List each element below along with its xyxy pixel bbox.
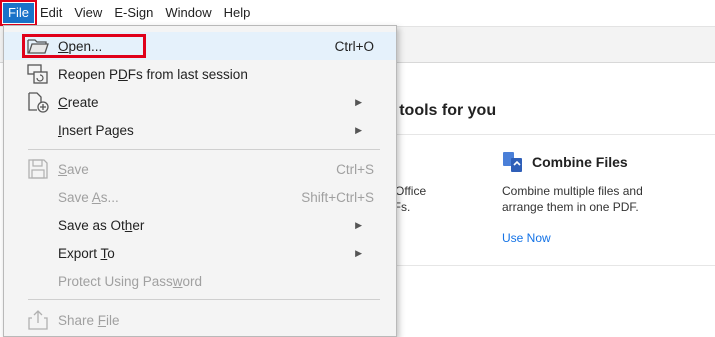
save-disk-icon (28, 159, 48, 179)
combine-files-icon (503, 152, 522, 172)
menu-window[interactable]: Window (159, 0, 217, 26)
menu-item-reopen-pdfs[interactable]: Reopen PDFs from last session (4, 60, 396, 88)
open-shortcut: Ctrl+O (334, 38, 374, 54)
menu-item-save-as[interactable]: Save As... Shift+Ctrl+S (4, 183, 396, 211)
chevron-right-icon: ▶ (355, 124, 362, 135)
reopen-files-icon (27, 64, 48, 84)
chevron-right-icon: ▶ (355, 219, 362, 230)
menu-help[interactable]: Help (218, 0, 257, 26)
combine-files-title[interactable]: Combine Files (532, 154, 628, 170)
combine-desc-line-2: arrange them in one PDF. (502, 200, 639, 214)
reopen-label: Reopen PDFs from last session (58, 66, 248, 82)
protect-label: Protect Using Password (58, 273, 203, 289)
export-to-label: Export To (58, 245, 115, 261)
menu-item-insert-pages[interactable]: Insert Pages ▶ (4, 116, 396, 144)
create-label: Create (58, 94, 99, 110)
menu-edit[interactable]: Edit (34, 0, 68, 26)
menu-item-create[interactable]: Create ▶ (4, 88, 396, 116)
menu-separator (28, 149, 380, 150)
save-as-shortcut: Shift+Ctrl+S (301, 189, 374, 205)
menu-view[interactable]: View (68, 0, 108, 26)
tools-heading: d tools for you (385, 102, 497, 119)
create-file-icon (28, 92, 49, 113)
file-menu-dropdown: Open... Ctrl+O Reopen PDFs from last ses… (3, 25, 397, 337)
chevron-right-icon: ▶ (355, 96, 362, 107)
combine-desc-line-1: Combine multiple files and (502, 184, 643, 198)
menu-bar: File Edit View E-Sign Window Help (0, 0, 715, 27)
open-annotation-box (22, 34, 146, 58)
menu-item-save[interactable]: Save Ctrl+S (4, 155, 396, 183)
menu-item-share-file[interactable]: Share File (4, 306, 396, 334)
use-now-link[interactable]: Use Now (502, 231, 551, 245)
menu-file[interactable]: File (0, 0, 37, 26)
menu-item-export-to[interactable]: Export To ▶ (4, 239, 396, 267)
menu-esign[interactable]: E-Sign (108, 0, 159, 26)
menu-item-protect-using-password[interactable]: Protect Using Password (4, 267, 396, 295)
menu-separator (28, 299, 380, 300)
share-label: Share File (58, 312, 120, 328)
menu-item-save-as-other[interactable]: Save as Other ▶ (4, 211, 396, 239)
save-as-label: Save As... (58, 189, 119, 205)
save-label: Save (58, 161, 89, 177)
chevron-right-icon: ▶ (355, 247, 362, 258)
divider (385, 265, 715, 266)
divider (385, 134, 715, 135)
combine-files-description: Combine multiple files and arrange them … (502, 183, 672, 215)
save-as-other-label: Save as Other (58, 217, 145, 233)
save-shortcut: Ctrl+S (336, 161, 374, 177)
insert-pages-label: Insert Pages (58, 122, 134, 138)
